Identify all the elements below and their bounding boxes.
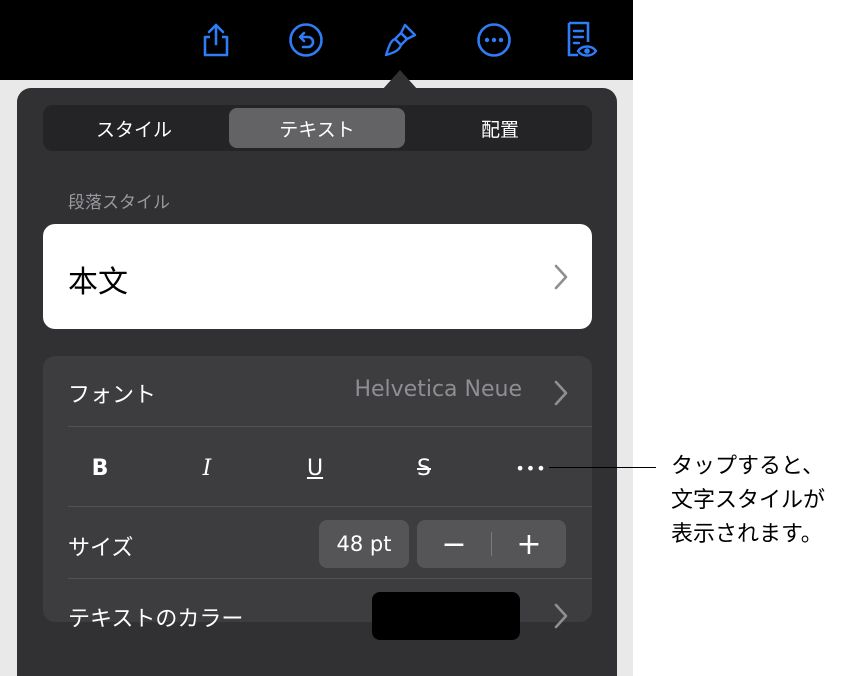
divider	[68, 506, 592, 507]
app-frame: スタイル テキスト 配置 段落スタイル 本文 フォント Helvetica Ne…	[0, 0, 633, 676]
font-size-field[interactable]: 48 pt	[319, 520, 409, 568]
more-text-options-button[interactable]: •••	[501, 446, 561, 490]
bold-button[interactable]: B	[70, 446, 130, 490]
text-format-group: フォント Helvetica Neue B I U S ••• サイズ 48 p…	[43, 356, 592, 640]
undo-icon[interactable]	[288, 22, 324, 58]
divider	[68, 578, 592, 579]
tab-bar: スタイル テキスト 配置	[43, 105, 592, 151]
document-view-icon[interactable]	[563, 21, 599, 58]
toolbar	[0, 0, 633, 80]
tab-style[interactable]: スタイル	[46, 108, 222, 148]
increase-size-button[interactable]: +	[492, 520, 566, 568]
strikethrough-button[interactable]: S	[394, 446, 454, 490]
font-label: フォント	[68, 383, 157, 408]
tab-text[interactable]: テキスト	[229, 108, 405, 148]
callout-line-3: 表示されます。	[671, 522, 823, 547]
underline-button[interactable]: U	[285, 446, 345, 490]
tab-arrange[interactable]: 配置	[412, 108, 588, 148]
font-size-stepper: − +	[417, 520, 566, 568]
font-value[interactable]: Helvetica Neue	[354, 377, 522, 402]
text-color-swatch[interactable]	[372, 592, 520, 640]
size-label: サイズ	[68, 536, 134, 561]
paragraph-style-selector[interactable]: 本文	[43, 224, 592, 329]
decrease-size-button[interactable]: −	[417, 520, 491, 568]
format-popover: スタイル テキスト 配置 段落スタイル 本文 フォント Helvetica Ne…	[17, 88, 617, 676]
chevron-right-icon	[554, 264, 568, 290]
paragraph-style-name: 本文	[68, 265, 128, 300]
chevron-right-icon[interactable]	[554, 603, 568, 629]
share-icon[interactable]	[198, 22, 234, 58]
callout-text: タップすると、 文字スタイルが 表示されます。	[671, 450, 825, 552]
text-color-label: テキストのカラー	[68, 607, 244, 632]
popover-arrow	[382, 70, 418, 90]
chevron-right-icon[interactable]	[554, 380, 568, 406]
callout-line-2: 文字スタイルが	[671, 488, 826, 513]
format-brush-icon[interactable]	[383, 22, 419, 58]
more-icon[interactable]	[476, 22, 512, 58]
italic-button[interactable]: I	[177, 446, 237, 490]
paragraph-style-section-label: 段落スタイル	[68, 193, 170, 213]
callout-line-1: タップすると、	[671, 454, 825, 479]
callout-leader-line	[549, 467, 656, 468]
divider	[68, 426, 592, 427]
